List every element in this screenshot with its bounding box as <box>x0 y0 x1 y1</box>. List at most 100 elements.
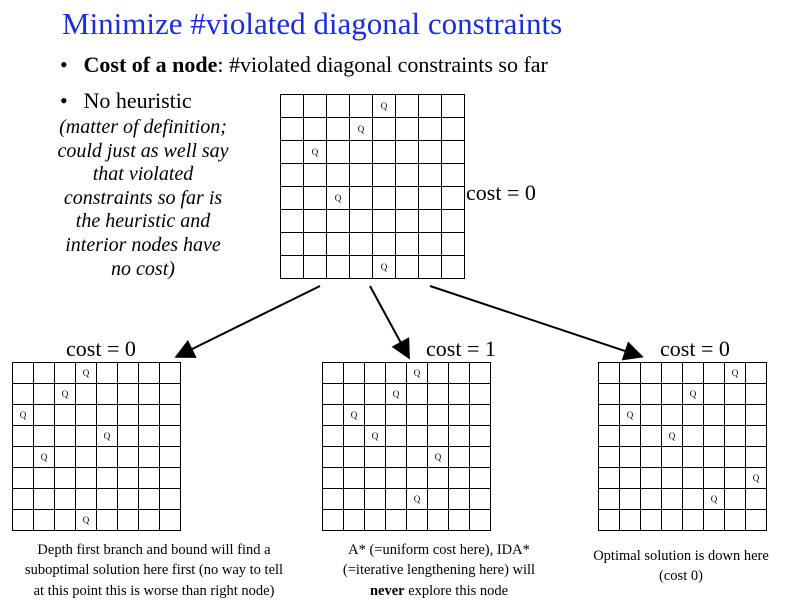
board-cell <box>304 187 327 210</box>
queen-cell: Q <box>76 510 97 531</box>
board-left: QQQQQQ <box>12 362 181 531</box>
board-cell <box>442 256 465 279</box>
queen-cell: Q <box>55 384 76 405</box>
board-cell <box>139 468 160 489</box>
board-cell <box>407 510 428 531</box>
board-cell <box>428 426 449 447</box>
board-cell <box>428 384 449 405</box>
board-cell <box>139 384 160 405</box>
board-cell <box>304 95 327 118</box>
board-cell <box>365 384 386 405</box>
board-cell <box>365 489 386 510</box>
board-cell <box>281 164 304 187</box>
board-mid: QQQQQQ <box>322 362 491 531</box>
board-cell <box>281 141 304 164</box>
board-cell <box>281 256 304 279</box>
board-cell <box>704 426 725 447</box>
queen-cell: Q <box>746 468 767 489</box>
board-cell <box>725 489 746 510</box>
bullet-2-text: No heuristic <box>84 88 192 113</box>
board-cell <box>97 489 118 510</box>
board-cell <box>419 187 442 210</box>
board-cell <box>620 510 641 531</box>
board-cell <box>34 426 55 447</box>
board-cell <box>55 468 76 489</box>
board-cell <box>160 405 181 426</box>
board-cell <box>641 426 662 447</box>
queen-cell: Q <box>350 118 373 141</box>
board-cell <box>97 447 118 468</box>
board-cell <box>76 384 97 405</box>
bullet-marker: • <box>60 88 78 114</box>
board-cell <box>323 489 344 510</box>
board-cell <box>449 468 470 489</box>
board-cell <box>407 426 428 447</box>
board-cell <box>396 256 419 279</box>
board-cell <box>281 95 304 118</box>
board-cell <box>386 510 407 531</box>
board-cell <box>304 164 327 187</box>
queen-cell: Q <box>386 384 407 405</box>
board-cell <box>599 510 620 531</box>
board-cell <box>160 468 181 489</box>
board-cell <box>704 510 725 531</box>
board-cell <box>373 141 396 164</box>
board-cell <box>160 426 181 447</box>
board-cell <box>470 405 491 426</box>
board-right: QQQQQQ <box>598 362 767 531</box>
queen-cell: Q <box>373 256 396 279</box>
board-cell <box>350 141 373 164</box>
board-cell <box>304 210 327 233</box>
board-cell <box>160 447 181 468</box>
board-cell <box>662 447 683 468</box>
board-cell <box>599 489 620 510</box>
board-cell <box>662 405 683 426</box>
board-cell <box>281 118 304 141</box>
board-cell <box>683 468 704 489</box>
board-cell <box>327 164 350 187</box>
board-cell <box>599 405 620 426</box>
board-cell <box>620 426 641 447</box>
board-cell <box>55 489 76 510</box>
board-cell <box>704 468 725 489</box>
board-cell <box>725 468 746 489</box>
board-cell <box>55 426 76 447</box>
board-cell <box>428 405 449 426</box>
board-cell <box>449 489 470 510</box>
board-cell <box>281 210 304 233</box>
board-cell <box>34 384 55 405</box>
board-cell <box>160 510 181 531</box>
board-cell <box>449 384 470 405</box>
board-cell <box>344 447 365 468</box>
board-cell <box>55 510 76 531</box>
board-cell <box>641 510 662 531</box>
queen-cell: Q <box>327 187 350 210</box>
board-cell <box>304 256 327 279</box>
board-cell <box>13 510 34 531</box>
arrow-mid <box>370 286 408 356</box>
queen-cell: Q <box>365 426 386 447</box>
board-cell <box>350 256 373 279</box>
board-cell <box>396 95 419 118</box>
board-cell <box>746 510 767 531</box>
board-cell <box>281 233 304 256</box>
board-cell <box>599 384 620 405</box>
arrows <box>0 280 792 370</box>
board-cell <box>327 95 350 118</box>
board-cell <box>662 489 683 510</box>
board-cell <box>746 489 767 510</box>
board-cell <box>373 164 396 187</box>
board-cell <box>365 447 386 468</box>
board-cell <box>118 510 139 531</box>
board-cell <box>449 405 470 426</box>
board-cell <box>442 141 465 164</box>
board-cell <box>118 405 139 426</box>
board-cell <box>323 405 344 426</box>
board-cell <box>470 447 491 468</box>
board-cell <box>373 210 396 233</box>
board-cell <box>323 426 344 447</box>
board-cell <box>746 447 767 468</box>
board-cell <box>620 384 641 405</box>
board-cell <box>641 447 662 468</box>
board-cell <box>118 468 139 489</box>
